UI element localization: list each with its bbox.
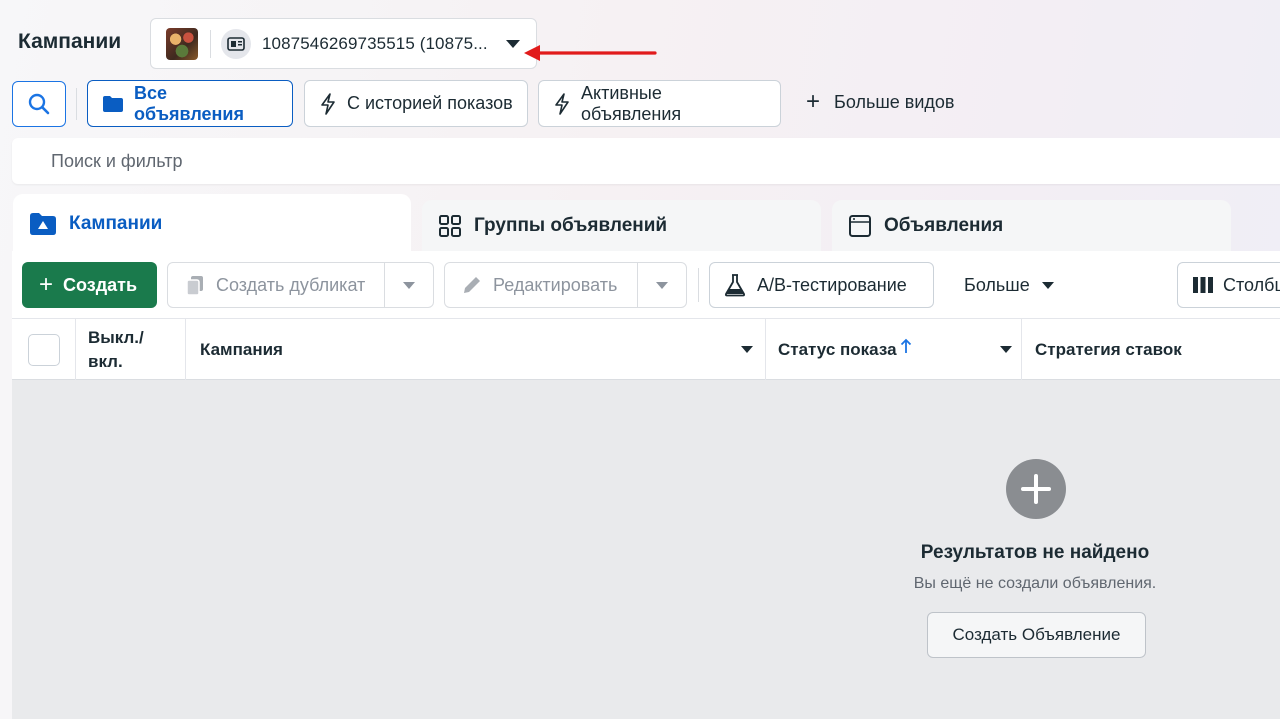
- plus-circle-icon: [1006, 459, 1066, 519]
- grid-icon: [438, 214, 462, 238]
- empty-state-title: Результатов не найдено: [920, 542, 1150, 563]
- plus-icon: +: [806, 88, 821, 115]
- view-all-ads[interactable]: Все объявления: [87, 80, 293, 127]
- plus-icon: +: [39, 271, 54, 298]
- edit-dropdown[interactable]: [638, 263, 686, 307]
- search-filter-bar[interactable]: [12, 138, 1280, 184]
- columns-icon: [1192, 276, 1214, 294]
- page-title: Кампании: [18, 30, 122, 53]
- chevron-down-icon: [656, 281, 669, 289]
- tab-ads[interactable]: Объявления: [832, 200, 1231, 251]
- more-button[interactable]: Больше: [964, 262, 1054, 308]
- account-avatar: [166, 27, 198, 60]
- view-all-ads-label: Все объявления: [134, 82, 244, 124]
- select-all-checkbox[interactable]: [27, 333, 60, 366]
- folder-icon: [102, 95, 124, 113]
- create-button-label: Создать: [63, 274, 138, 295]
- ab-test-button-label: A/B-тестирование: [757, 274, 907, 295]
- edit-button[interactable]: Редактировать: [445, 263, 639, 307]
- ad-account-icon: [221, 28, 251, 59]
- duplicate-icon: [184, 274, 206, 296]
- chevron-down-icon: [1041, 281, 1054, 289]
- columns-button[interactable]: Столбцы: [1177, 262, 1280, 308]
- search-icon: [28, 93, 50, 115]
- duplicate-dropdown[interactable]: [385, 263, 433, 307]
- more-views-label: Больше видов: [834, 91, 955, 112]
- column-delivery-status-label: Статус показа: [778, 339, 897, 359]
- tab-campaigns[interactable]: Кампании: [13, 194, 411, 254]
- search-input[interactable]: [12, 138, 1280, 184]
- column-campaign-label: Кампания: [200, 339, 283, 359]
- tab-ad-sets-label: Группы объявлений: [474, 214, 668, 236]
- account-id-label: 1087546269735515 (10875...: [262, 33, 488, 53]
- account-selector[interactable]: 1087546269735515 (10875...: [150, 18, 537, 69]
- column-toggle-label: Выкл./ вкл.: [88, 327, 144, 371]
- ad-window-icon: [848, 214, 872, 238]
- more-views-button[interactable]: + Больше видов: [806, 90, 954, 114]
- campaign-folder-icon: [29, 212, 57, 236]
- divider: [76, 88, 77, 120]
- chevron-down-icon[interactable]: [741, 346, 753, 353]
- column-header-campaign[interactable]: Кампания: [186, 319, 766, 380]
- annotation-arrow-icon: [524, 45, 657, 61]
- sort-ascending-icon: [900, 338, 912, 354]
- lightning-icon: [319, 92, 337, 115]
- chevron-down-icon[interactable]: [506, 39, 520, 48]
- view-with-history[interactable]: С историей показов: [304, 80, 528, 127]
- pencil-icon: [461, 274, 483, 296]
- columns-button-label: Столбцы: [1223, 274, 1280, 295]
- chevron-down-icon[interactable]: [1000, 346, 1012, 353]
- tab-campaigns-label: Кампании: [69, 213, 163, 234]
- table-header: Выкл./ вкл. Кампания Статус показа Страт…: [12, 318, 1280, 380]
- account-divider: [210, 29, 211, 58]
- lightning-icon: [553, 92, 571, 115]
- chevron-down-icon: [403, 281, 416, 289]
- ab-test-button[interactable]: A/B-тестирование: [709, 262, 934, 308]
- tab-ad-sets[interactable]: Группы объявлений: [422, 200, 821, 251]
- create-button[interactable]: + Создать: [22, 262, 157, 308]
- empty-state-subtitle: Вы ещё не создали объявления.: [913, 575, 1157, 592]
- duplicate-button[interactable]: Создать дубликат: [168, 263, 386, 307]
- view-active-ads[interactable]: Активные объявления: [538, 80, 781, 127]
- view-with-history-label: С историей показов: [347, 93, 513, 113]
- tab-ads-label: Объявления: [884, 214, 1004, 236]
- search-button[interactable]: [12, 81, 66, 127]
- flask-icon: [724, 273, 746, 297]
- duplicate-button-label: Создать дубликат: [216, 274, 366, 295]
- divider: [698, 268, 699, 302]
- create-ad-button[interactable]: Создать Объявление: [927, 612, 1146, 658]
- select-all-cell: [12, 319, 76, 380]
- more-button-label: Больше: [964, 274, 1030, 295]
- column-header-bid-strategy[interactable]: Стратегия ставок: [1022, 319, 1280, 380]
- view-active-ads-label: Активные объявления: [581, 82, 682, 124]
- edit-split-button: Редактировать: [444, 262, 687, 308]
- column-header-delivery-status[interactable]: Статус показа: [766, 319, 1022, 380]
- duplicate-split-button: Создать дубликат: [167, 262, 434, 308]
- edit-button-label: Редактировать: [493, 274, 618, 295]
- column-header-toggle[interactable]: Выкл./ вкл.: [76, 319, 186, 380]
- column-bid-strategy-label: Стратегия ставок: [1035, 339, 1182, 359]
